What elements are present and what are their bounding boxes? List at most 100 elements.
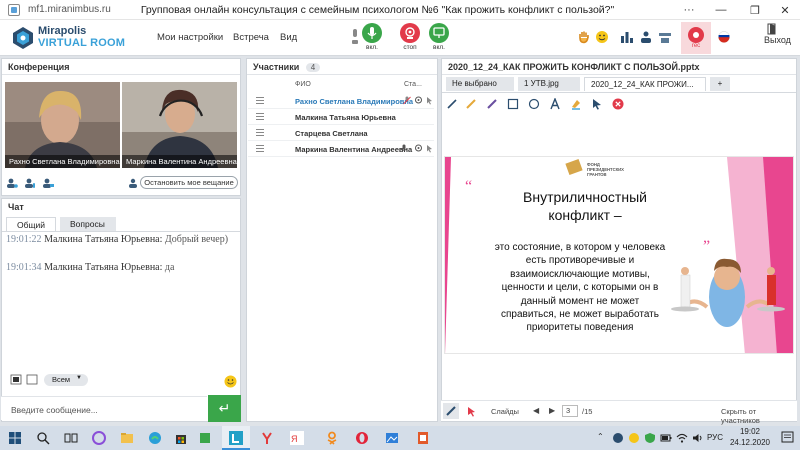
chat-input[interactable]: Введите сообщение... <box>1 396 207 420</box>
draw-mode-button[interactable] <box>443 403 459 419</box>
tray-chevron-up-icon[interactable]: ⌃ <box>597 432 604 441</box>
edge-icon[interactable] <box>148 431 162 445</box>
opera-icon[interactable] <box>355 431 369 445</box>
slides-label[interactable]: Слайды <box>491 407 519 416</box>
participant-row[interactable]: Маркина Валентина Андреевна <box>248 141 434 157</box>
slide-canvas[interactable]: “ ” ФОНД ПРЕЗИДЕНТСКИХ ГРАНТОВ Внутрилич… <box>444 156 794 354</box>
record-button[interactable]: rec <box>681 22 711 54</box>
exit-icon[interactable] <box>766 23 778 35</box>
tab-general[interactable]: Общий <box>6 217 56 231</box>
office-icon[interactable] <box>416 431 430 445</box>
lms-icon <box>229 431 243 445</box>
participant-row[interactable]: Малкина Татьяна Юрьевна <box>248 109 434 125</box>
send-button[interactable]: ↵ <box>208 395 241 422</box>
conference-mic-users-icon[interactable] <box>24 177 36 189</box>
wifi-icon[interactable] <box>676 432 688 444</box>
flag-ru-icon[interactable] <box>718 31 730 43</box>
col-status[interactable]: Ста... <box>404 81 422 88</box>
text-tool-icon[interactable] <box>549 98 561 110</box>
stop-broadcast-button[interactable]: Остановить мое вещание <box>140 176 238 189</box>
conference-users-icon[interactable] <box>6 177 18 189</box>
keyboard-language[interactable]: РУС <box>707 433 723 442</box>
menu-meeting[interactable]: Встреча <box>233 32 269 43</box>
highlighter-icon[interactable] <box>486 98 498 110</box>
file-tab-pptx[interactable]: 2020_12_24_КАК ПРОЖИ... <box>584 77 706 91</box>
emoji-icon[interactable] <box>595 30 609 44</box>
battery-icon[interactable] <box>660 432 672 444</box>
store-icon[interactable] <box>174 431 188 445</box>
pointer-icon <box>427 97 432 105</box>
background-color-icon[interactable] <box>26 374 40 386</box>
fill-icon[interactable] <box>570 98 582 110</box>
clock-time[interactable]: 19:02 <box>733 427 767 436</box>
users-icon[interactable] <box>639 30 653 44</box>
broadcast-stop-toggle[interactable]: стоп <box>395 23 425 51</box>
yandex-browser-icon[interactable] <box>260 431 274 445</box>
slide-body-line: это состояние, в котором у человека <box>494 242 666 253</box>
file-tab-jpg[interactable]: 1 УТВ.jpg <box>518 77 580 91</box>
pointer-icon <box>427 145 432 153</box>
rectangle-icon[interactable] <box>507 98 519 110</box>
app-icon[interactable] <box>198 431 212 445</box>
rec-label: rec <box>691 43 701 49</box>
task-view-icon[interactable] <box>64 431 78 445</box>
close-button[interactable]: ✕ <box>772 0 798 20</box>
video-tile-2[interactable]: Маркина Валентина Андреевна <box>122 82 237 168</box>
pencil-icon[interactable] <box>446 98 458 110</box>
chat-tabs: Общий Вопросы <box>6 217 116 231</box>
file-tab-none[interactable]: Не выбрано <box>446 77 514 91</box>
video-tile-1[interactable]: Рахно Светлана Владимировна <box>5 82 120 168</box>
webcam-icon <box>415 144 422 152</box>
notifications-icon[interactable] <box>781 431 794 444</box>
next-slide-icon[interactable]: ▶ <box>549 406 555 415</box>
tab-questions[interactable]: Вопросы <box>59 217 116 231</box>
participant-row[interactable]: Старцева Светлана <box>248 125 434 141</box>
volume-icon[interactable] <box>692 432 704 444</box>
add-file-tab[interactable]: + <box>710 77 730 91</box>
tray-yandex-icon[interactable] <box>628 432 640 444</box>
raise-hand-icon[interactable] <box>577 30 591 44</box>
slide-heading-2: конфликт – <box>548 207 622 223</box>
yandex-icon[interactable]: Я <box>290 431 304 445</box>
alice-icon[interactable] <box>92 431 106 445</box>
hide-from-participants[interactable]: Скрыть от участников <box>721 407 797 425</box>
image-viewer-icon[interactable] <box>385 431 399 445</box>
col-name[interactable]: ФИО <box>295 81 311 88</box>
logo-icon <box>13 27 33 49</box>
menu-settings[interactable]: Мои настройки <box>157 32 223 43</box>
ok-icon[interactable] <box>325 431 339 445</box>
stats-icon[interactable] <box>620 30 634 44</box>
taskbar-app-active[interactable] <box>222 426 250 450</box>
circle-icon[interactable] <box>528 98 540 110</box>
clock-date[interactable]: 24.12.2020 <box>727 438 773 447</box>
window-url: mf1.miranimbus.ru <box>28 4 111 15</box>
svg-text:“: “ <box>465 178 472 195</box>
minimize-button[interactable]: — <box>708 0 734 20</box>
search-icon[interactable] <box>36 431 50 445</box>
participants-header: Участники 4 <box>247 59 437 75</box>
menu-view[interactable]: Вид <box>280 32 297 43</box>
participant-row[interactable]: Рахно Светлана Владимировна <box>248 93 434 109</box>
pointer-tool-icon[interactable] <box>591 98 603 110</box>
logo-text-2: VIRTUAL ROOM <box>38 37 126 49</box>
camera-toggle[interactable]: вкл. <box>424 23 454 51</box>
exit-label[interactable]: Выход <box>764 35 791 45</box>
more-icon[interactable]: ··· <box>676 0 702 20</box>
smiley-icon[interactable] <box>224 375 237 388</box>
page-input[interactable]: 3 <box>562 405 578 417</box>
text-color-icon[interactable] <box>10 374 24 386</box>
clear-icon[interactable] <box>612 98 624 110</box>
participants-columns: ФИО Ста... <box>248 79 434 91</box>
maximize-button[interactable]: ❐ <box>742 0 768 20</box>
explorer-icon[interactable] <box>120 431 134 445</box>
laser-pointer-icon[interactable] <box>467 406 477 417</box>
mic-toggle[interactable]: вкл. <box>357 23 387 51</box>
marker-icon[interactable] <box>465 98 477 110</box>
settings-icon[interactable] <box>664 30 678 44</box>
windows-start-icon[interactable] <box>8 431 22 445</box>
tray-app-icon[interactable] <box>612 432 624 444</box>
tray-shield-icon[interactable] <box>644 432 656 444</box>
prev-slide-icon[interactable]: ◀ <box>533 406 539 415</box>
conference-cam-users-icon[interactable] <box>42 177 54 189</box>
recipient-select[interactable]: Всем ▼ <box>44 374 88 386</box>
